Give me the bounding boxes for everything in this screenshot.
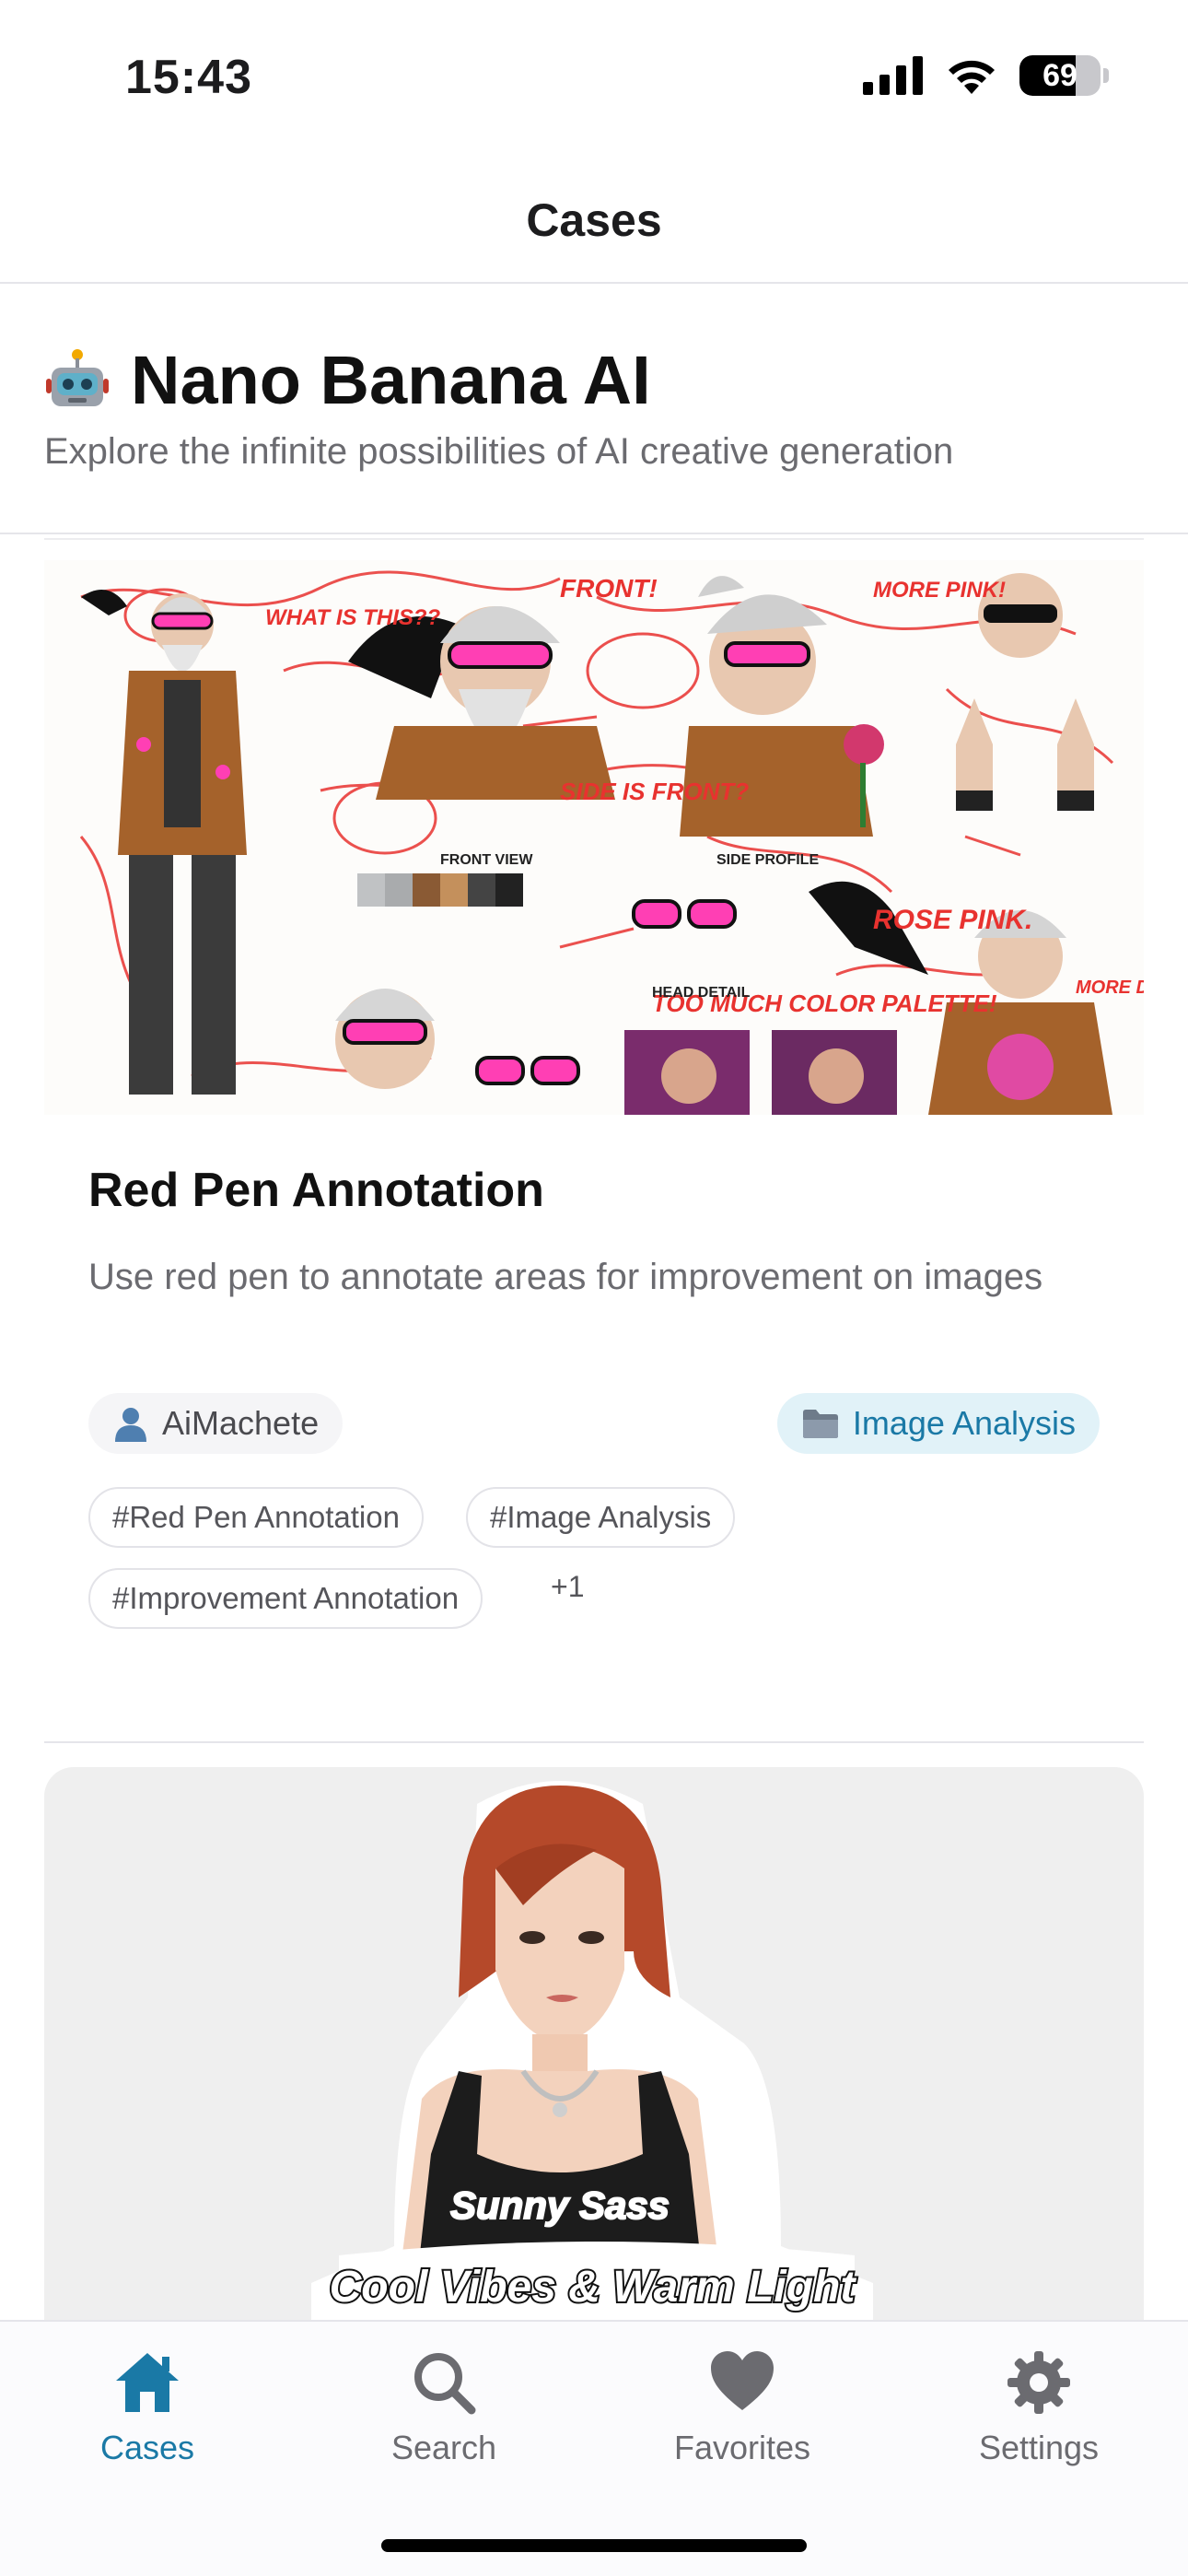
- more-tags-count[interactable]: +1: [551, 1570, 584, 1604]
- author-chip[interactable]: AiMachete: [88, 1393, 344, 1454]
- tab-label: Favorites: [673, 2429, 811, 2466]
- card-divider: [44, 1741, 1144, 1743]
- home-indicator[interactable]: [381, 2539, 807, 2552]
- tab-settings[interactable]: Settings: [928, 2349, 1149, 2467]
- case-card-title[interactable]: Red Pen Annotation: [88, 1163, 544, 1218]
- case-card-image[interactable]: Sunny Sass Cool Vibes & Warm Light: [44, 1767, 1144, 2320]
- annotation-detail: MORE DETAIL!: [1076, 978, 1144, 998]
- annotation-front: FRONT!: [560, 574, 658, 603]
- gear-icon: [1007, 2351, 1070, 2414]
- case-card-description: Use red pen to annotate areas for improv…: [88, 1257, 1043, 1297]
- color-palette: [357, 873, 523, 907]
- robot-icon: [46, 348, 109, 406]
- label-front-view: FRONT VIEW: [440, 852, 533, 868]
- sticker-name: Sunny Sass: [450, 2184, 670, 2227]
- tab-favorites[interactable]: Favorites: [632, 2349, 853, 2467]
- status-icons: 69: [863, 55, 1109, 96]
- app-subtitle: Explore the infinite possibilities of AI…: [44, 431, 954, 472]
- tab-label: Search: [390, 2429, 497, 2466]
- label-head-detail: HEAD DETAIL: [652, 985, 751, 1001]
- app-header: Nano Banana AI: [44, 341, 651, 419]
- header-divider: [0, 533, 1188, 534]
- person-icon: [115, 1408, 146, 1442]
- sticker-tagline: Cool Vibes & Warm Light: [330, 2263, 857, 2312]
- battery-level: 69: [1042, 57, 1077, 93]
- magnifier-icon: [414, 2353, 476, 2415]
- annotation-pink: MORE PINK!: [873, 578, 1006, 603]
- author-name: AiMachete: [162, 1404, 320, 1442]
- wifi-icon: [949, 60, 995, 94]
- cellular-signal-icon: [863, 56, 923, 95]
- heart-icon: [711, 2351, 774, 2410]
- label-side-profile: SIDE PROFILE: [716, 852, 819, 868]
- folder-icon: [802, 1410, 838, 1438]
- app-title: Nano Banana AI: [131, 342, 651, 418]
- battery-icon: 69: [1019, 55, 1109, 96]
- status-bar: 15:43 69: [0, 0, 1188, 157]
- nav-divider: [0, 282, 1188, 284]
- category-label: Image Analysis: [852, 1404, 1076, 1442]
- sticker-illustration: Sunny Sass Cool Vibes & Warm Light: [311, 1781, 873, 2320]
- tab-search[interactable]: Search: [333, 2349, 554, 2467]
- tab-bar: Cases Search Favorites Settings: [0, 2320, 1188, 2576]
- annotated-character-sheet: FRONT! SIDE IS FRONT? WHAT IS THIS?? MOR…: [44, 560, 1144, 1115]
- annotation-what: WHAT IS THIS??: [265, 605, 441, 630]
- tag-chip[interactable]: #Red Pen Annotation: [88, 1487, 424, 1548]
- status-time: 15:43: [125, 51, 252, 104]
- tag-chip[interactable]: #Image Analysis: [466, 1487, 736, 1548]
- annotation-side: SIDE IS FRONT?: [560, 778, 749, 805]
- nav-title: Cases: [526, 194, 662, 246]
- tag-chip[interactable]: #Improvement Annotation: [88, 1568, 483, 1629]
- annotation-rose: ROSE PINK.: [873, 905, 1032, 935]
- tab-cases[interactable]: Cases: [37, 2349, 258, 2467]
- tab-label: Settings: [978, 2429, 1100, 2466]
- section-divider: [44, 538, 1144, 540]
- house-icon: [116, 2353, 179, 2412]
- category-chip[interactable]: Image Analysis: [776, 1393, 1100, 1454]
- tab-label: Cases: [99, 2429, 195, 2466]
- case-card-image[interactable]: FRONT! SIDE IS FRONT? WHAT IS THIS?? MOR…: [44, 560, 1144, 1115]
